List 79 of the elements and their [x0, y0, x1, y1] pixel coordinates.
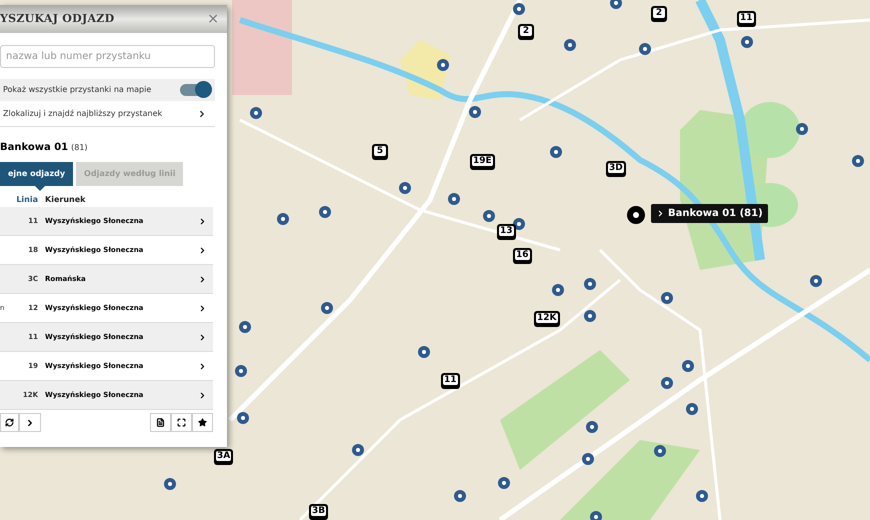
toggle-switch[interactable]	[180, 84, 209, 96]
selected-stop-icon[interactable]	[627, 206, 645, 224]
stop-icon[interactable]	[584, 278, 596, 290]
panel-title: YSZUKAJ ODJAZD	[0, 10, 114, 27]
stop-number: (81)	[71, 142, 88, 154]
stop-icon[interactable]	[352, 444, 364, 456]
stop-icon[interactable]	[661, 377, 673, 389]
bus-marker[interactable]: 19E	[470, 154, 495, 170]
chevron-icon	[198, 362, 207, 370]
stop-icon[interactable]	[686, 403, 698, 415]
expand-button[interactable]	[171, 413, 192, 432]
stop-icon[interactable]	[418, 346, 430, 358]
chevron-icon	[198, 246, 207, 254]
bus-marker[interactable]: 3B	[309, 504, 328, 520]
stop-icon[interactable]	[469, 106, 481, 118]
bus-marker[interactable]: 16	[513, 248, 532, 264]
bus-marker[interactable]: 2	[651, 6, 667, 22]
stop-icon[interactable]	[852, 155, 864, 167]
toggle-label: Pokaż wszystkie przystanki na mapie	[3, 84, 152, 96]
document-icon	[156, 418, 165, 427]
chevron-icon	[25, 418, 35, 428]
bus-marker[interactable]: 2	[518, 24, 534, 40]
stop-icon[interactable]	[250, 107, 262, 119]
refresh-icon	[5, 418, 14, 427]
stop-icon[interactable]	[586, 421, 598, 433]
stop-icon[interactable]	[448, 193, 460, 205]
bus-marker[interactable]: 3A	[214, 449, 234, 465]
chevron-icon	[198, 216, 207, 226]
search-field[interactable]: nazwa lub numer przystanku	[0, 45, 215, 68]
tab-pointer-icon	[35, 186, 45, 191]
stop-icon[interactable]	[237, 412, 249, 424]
stop-icon[interactable]	[164, 478, 176, 490]
column-header: Linia	[15, 194, 38, 206]
stop-icon[interactable]	[564, 39, 576, 51]
stop-icon[interactable]	[277, 213, 289, 225]
stop-icon[interactable]	[810, 275, 822, 287]
stop-icon[interactable]	[321, 302, 333, 314]
bus-marker[interactable]: 5	[372, 144, 388, 160]
chevron-icon	[198, 304, 207, 312]
stop-icon[interactable]	[399, 182, 411, 194]
bus-marker[interactable]: 13	[497, 224, 516, 240]
stop-icon[interactable]	[483, 210, 495, 222]
bus-marker[interactable]: 3D	[606, 161, 626, 177]
favorite-button[interactable]	[192, 413, 213, 432]
stop-icon[interactable]	[498, 477, 510, 489]
chevron-icon	[198, 332, 207, 342]
stop-icon[interactable]	[682, 360, 694, 372]
stop-icon[interactable]	[584, 310, 596, 322]
tooltip-label: Bankowa 01 (81)	[668, 207, 763, 221]
stop-name: Bankowa 01	[0, 141, 68, 155]
stop-icon[interactable]	[639, 43, 651, 55]
bus-marker[interactable]: 12K	[534, 311, 560, 327]
stop-icon[interactable]	[796, 123, 808, 135]
bus-marker[interactable]: 11	[441, 373, 460, 389]
stop-icon[interactable]	[513, 3, 525, 15]
stop-icon[interactable]	[235, 365, 247, 377]
stop-icon[interactable]	[661, 292, 673, 304]
document-button[interactable]	[150, 413, 171, 432]
stop-icon[interactable]	[550, 146, 562, 158]
stop-icon[interactable]	[696, 490, 708, 502]
chevron-icon	[197, 108, 207, 118]
stop-icon[interactable]	[239, 321, 251, 333]
column-header: Kierunek	[45, 194, 86, 206]
stop-icon[interactable]	[610, 0, 622, 9]
stop-icon[interactable]	[741, 36, 753, 48]
stop-icon[interactable]	[513, 218, 525, 230]
stop-icon[interactable]	[552, 284, 564, 296]
refresh-button[interactable]	[0, 413, 19, 432]
stop-icon[interactable]	[319, 206, 331, 218]
locate-button[interactable]: Zlokalizuj i znajdź najbliższy przystanek	[0, 101, 215, 127]
next-button[interactable]	[19, 413, 41, 432]
expand-icon	[177, 418, 186, 427]
chevron-icon	[198, 390, 207, 400]
stop-icon[interactable]	[582, 453, 594, 465]
chevron-icon	[656, 209, 665, 218]
bus-marker[interactable]: 11	[737, 11, 756, 27]
stop-icon[interactable]	[454, 490, 466, 502]
chevron-icon	[198, 274, 207, 284]
star-icon	[198, 418, 207, 427]
